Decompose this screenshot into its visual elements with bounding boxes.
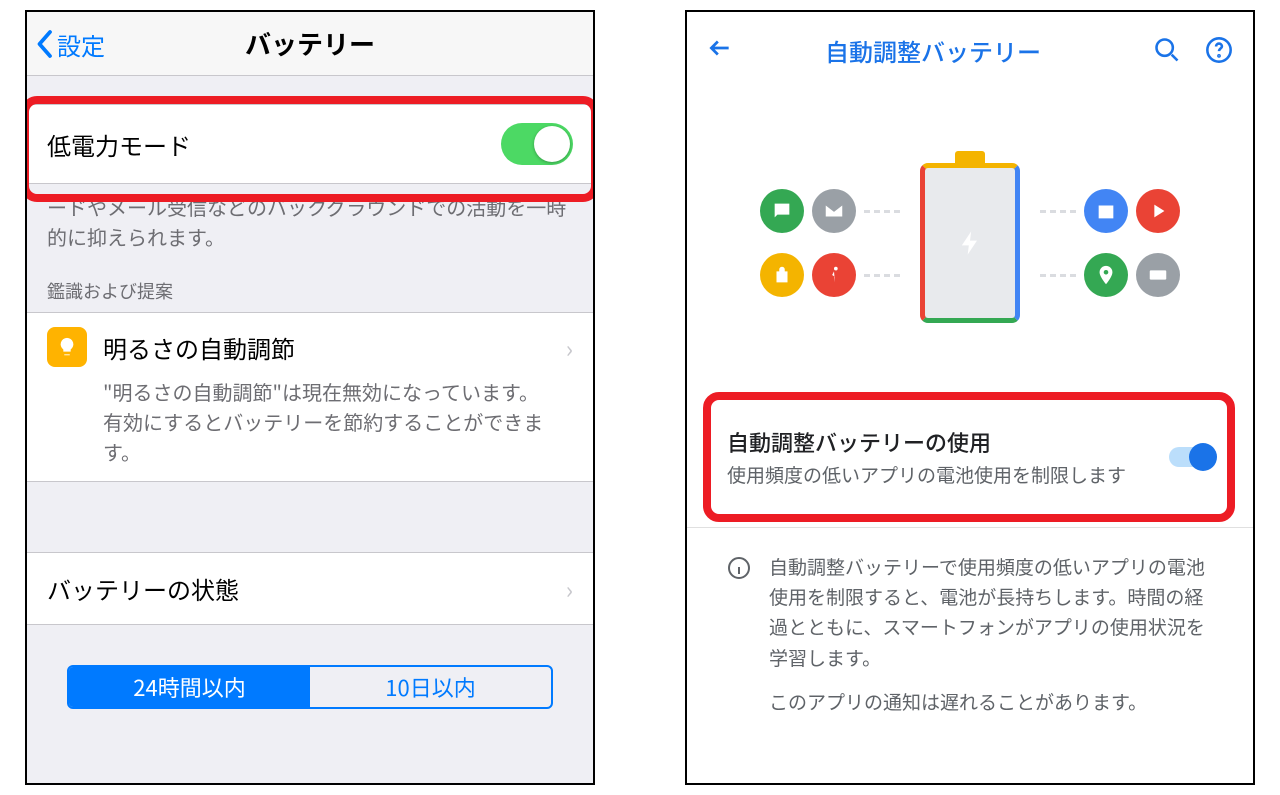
suggestion-subtitle: "明るさの自動調節"は現在無効になっています。有効にするとバッテリーを節約するこ… <box>103 377 573 467</box>
suggestions-header: 鑑識および提案 <box>27 252 593 312</box>
bulb-icon <box>47 327 87 367</box>
chevron-right-icon: › <box>566 330 573 365</box>
calendar-icon <box>1084 189 1128 233</box>
battery-health-label: バッテリーの状態 <box>47 571 239 606</box>
ios-battery-settings-screen: 設定 バッテリー 低電力モード ードやメール受信などのバックグラウンドでの活動を… <box>25 10 595 785</box>
chevron-right-icon: › <box>566 571 573 606</box>
adaptive-battery-illustration <box>687 118 1253 368</box>
adaptive-battery-switch[interactable] <box>1169 447 1213 467</box>
brightness-suggestion-row[interactable]: 明るさの自動調節 › "明るさの自動調節"は現在無効になっています。有効にすると… <box>27 312 593 482</box>
run-icon <box>812 253 856 297</box>
segment-10d[interactable]: 10日以内 <box>310 667 551 707</box>
suggestion-title: 明るさの自動調節 <box>103 330 566 365</box>
adaptive-battery-toggle-row[interactable]: 自動調整バッテリーの使用 使用頻度の低いアプリの電池使用を制限します <box>707 408 1233 507</box>
back-button[interactable]: 設定 <box>35 12 105 76</box>
back-button[interactable] <box>707 35 733 66</box>
battery-icon <box>920 163 1020 323</box>
info-section: 自動調整バッテリーで使用頻度の低いアプリの電池使用を制限すると、電池が長持ちしま… <box>687 527 1253 742</box>
pin-icon <box>1084 253 1128 297</box>
info-icon <box>727 556 751 580</box>
ios-nav-bar: 設定 バッテリー <box>27 12 593 76</box>
time-range-segmented-control[interactable]: 24時間以内 10日以内 <box>67 665 553 709</box>
chat-icon <box>760 189 804 233</box>
bag-icon <box>760 253 804 297</box>
segment-24h[interactable]: 24時間以内 <box>69 667 310 707</box>
toggle-title: 自動調整バッテリーの使用 <box>727 426 1151 458</box>
low-power-description: ードやメール受信などのバックグラウンドでの活動を一時的に抑えられます。 <box>27 184 593 252</box>
page-title: 自動調整バッテリー <box>733 33 1133 68</box>
low-power-toggle[interactable] <box>501 123 573 165</box>
card-icon <box>1136 253 1180 297</box>
toggle-subtitle: 使用頻度の低いアプリの電池使用を制限します <box>727 462 1151 489</box>
low-power-mode-row[interactable]: 低電力モード <box>27 104 593 184</box>
search-icon <box>1153 36 1181 64</box>
help-button[interactable] <box>1205 36 1233 64</box>
arrow-left-icon <box>707 35 733 61</box>
android-app-bar: 自動調整バッテリー <box>687 12 1253 88</box>
search-button[interactable] <box>1153 36 1181 64</box>
back-label: 設定 <box>57 27 105 62</box>
android-adaptive-battery-screen: 自動調整バッテリー <box>685 10 1255 785</box>
info-paragraph-2: このアプリの通知は遅れることがあります。 <box>769 687 1213 717</box>
info-paragraph-1: 自動調整バッテリーで使用頻度の低いアプリの電池使用を制限すると、電池が長持ちしま… <box>769 552 1213 674</box>
low-power-label: 低電力モード <box>47 127 191 162</box>
chevron-left-icon <box>35 29 53 59</box>
page-title: バッテリー <box>245 25 375 62</box>
help-icon <box>1205 36 1233 64</box>
play-icon <box>1136 189 1180 233</box>
battery-health-row[interactable]: バッテリーの状態 › <box>27 552 593 625</box>
mail-icon <box>812 189 856 233</box>
